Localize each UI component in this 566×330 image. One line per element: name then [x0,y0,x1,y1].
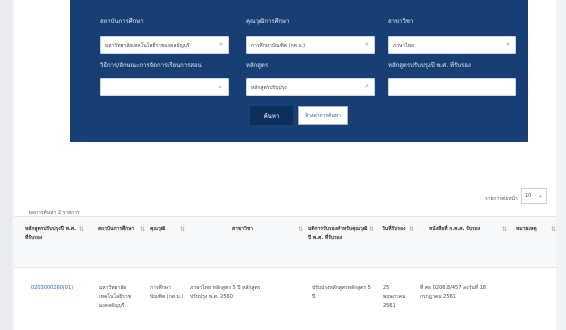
per-page-select[interactable]: 10 ⌄ [521,188,547,204]
degree-field[interactable]: การศึกษาบัณฑิต (กศ.บ.) ⌕ [246,36,375,54]
header-university[interactable]: สถาบันการศึกษา [98,225,138,234]
row-date: 25 พฤษภาคม 2561 [383,285,406,309]
header-cert-year[interactable]: หลักสูตรปรับปรุงปี พ.ศ. ที่รับรอง [25,225,77,243]
row-cert-link[interactable]: 0203000260(01) [31,284,91,293]
university-value: มหาวิทยาลัยเทคโนโลยีราชมงคลธัญบุรี [105,43,190,49]
chevron-down-icon: ⌄ [537,192,543,199]
per-page-label: รายการต่อหน้า [485,196,518,202]
content-panel: สถาบันการศึกษา คุณวุฒิการศึกษา สาขาวิชา … [14,0,556,330]
cert-year-label: หลักสูตรปรับปรุงปี พ.ศ. ที่รับรอง [388,62,471,69]
header-note[interactable]: หมายเหตุ [516,225,552,234]
clear-search-button[interactable]: ล้างค่าการค้นหา [298,106,348,125]
row-degree: การศึกษาบัณฑิต (กศ.บ.) [150,285,184,300]
table-header: หลักสูตรปรับปรุงปี พ.ศ. ที่รับรอง ⇅ สถาบ… [14,216,556,268]
university-field[interactable]: มหาวิทยาลัยเทคโนโลยีราชมงคลธัญบุรี ⌕ [100,36,229,54]
search-icon: ⌕ [219,40,223,48]
page: สถาบันการศึกษา คุณวุฒิการศึกษา สาขาวิชา … [0,0,566,330]
header-letter[interactable]: หนังสือที่ ก.พ.ศ. รับรอง [429,225,499,234]
header-degree[interactable]: คุณวุฒิ [150,225,180,234]
sort-icon[interactable]: ⇅ [502,227,507,233]
sort-icon[interactable]: ⇅ [298,227,303,233]
row-letter: ที่ ศธ 0206.8/457 ลงวันที่ 18 กรกฎาคม 25… [420,285,486,300]
page-edge [0,0,12,330]
curriculum-type-select[interactable]: ⌄ [100,78,229,96]
search-icon: ⌕ [365,40,369,48]
header-major[interactable]: สาขาวิชา [232,225,266,234]
chevron-down-icon: ⌄ [217,82,223,90]
header-resolution[interactable]: มติการรับรองสำหรับคุณวุฒิปี พ.ศ. ที่รับร… [308,225,368,243]
row-major: ภาษาไทย หลักสูตร 5 ปี หลักสูตรปรับปรุง พ… [190,285,261,300]
major-value: ภาษาไทย [393,43,414,49]
sort-icon[interactable]: ⇅ [409,227,414,233]
program-value: หลักสูตรปรับปรุง [251,85,287,91]
university-label: สถาบันการศึกษา [100,18,144,25]
row-resolution: ปรับปรุงหลักสูตรหลักสูตร 5 ปี [312,285,371,300]
per-page-value: 10 [525,193,532,199]
search-button[interactable]: ค้นหา [250,106,293,125]
row-university: มหาวิทยาลัยเทคโนโลยีราชมงคลธัญบุรี [99,285,132,309]
program-field[interactable]: หลักสูตรปรับปรุง ⌕ [246,78,375,96]
sort-icon[interactable]: ⇅ [79,227,84,233]
sort-icon[interactable]: ⇅ [180,227,185,233]
sort-icon[interactable]: ⇅ [140,227,145,233]
degree-label: คุณวุฒิการศึกษา [246,18,290,25]
major-label: สาขาวิชา [388,18,414,25]
program-label: หลักสูตร [246,62,269,69]
search-icon: ⌕ [506,40,510,48]
header-date[interactable]: วันที่รับรอง [382,225,408,234]
major-field[interactable]: ภาษาไทย ⌕ [388,36,516,54]
degree-value: การศึกษาบัณฑิต (กศ.บ.) [251,43,306,49]
curriculum-type-label: วิธีการ/ลักษณะการจัดการเรียนการสอน [100,62,202,69]
sort-icon[interactable]: ⇅ [369,227,374,233]
search-form: สถาบันการศึกษา คุณวุฒิการศึกษา สาขาวิชา … [70,0,528,142]
cert-year-input[interactable] [388,78,516,96]
sort-icon[interactable]: ⇅ [551,227,556,233]
search-icon: ⌕ [365,82,369,90]
